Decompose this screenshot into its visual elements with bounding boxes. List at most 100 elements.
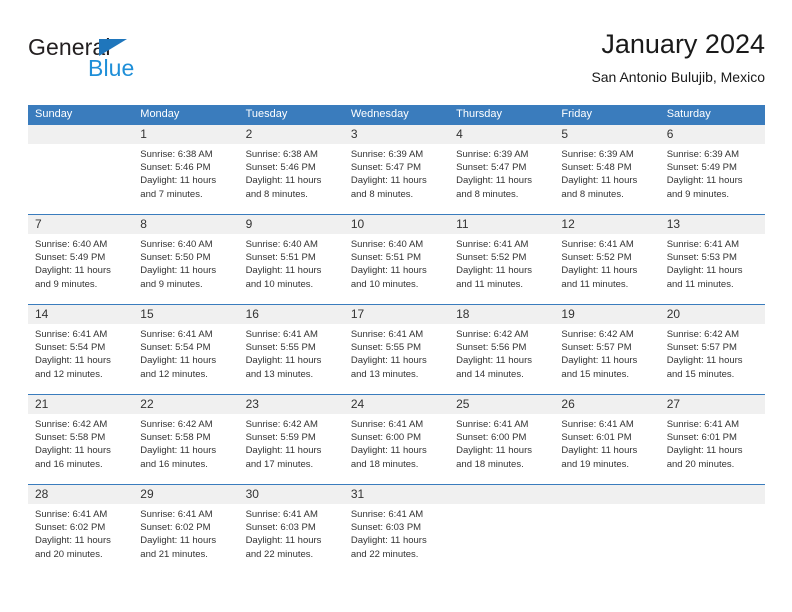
day-number[interactable] xyxy=(660,485,765,504)
daylight-text-line1: Daylight: 11 hours xyxy=(245,355,322,367)
day-cell[interactable]: Sunrise: 6:41 AM Sunset: 5:54 PM Dayligh… xyxy=(28,324,133,394)
day-cell[interactable]: Sunrise: 6:39 AM Sunset: 5:48 PM Dayligh… xyxy=(554,144,659,214)
sunset-text: Sunset: 5:51 PM xyxy=(350,252,422,264)
week-detail-strip: Sunrise: 6:41 AM Sunset: 5:54 PM Dayligh… xyxy=(28,324,765,394)
day-cell[interactable]: Sunrise: 6:40 AM Sunset: 5:49 PM Dayligh… xyxy=(28,234,133,304)
daylight-text-line1: Daylight: 11 hours xyxy=(350,265,427,277)
day-number[interactable]: 17 xyxy=(344,305,449,324)
page-subtitle: San Antonio Bulujib, Mexico xyxy=(591,69,765,85)
day-number[interactable]: 23 xyxy=(239,395,344,414)
day-number[interactable]: 2 xyxy=(239,125,344,144)
day-number[interactable]: 30 xyxy=(239,485,344,504)
sunset-text: Sunset: 6:02 PM xyxy=(140,522,211,534)
daylight-text-line1: Daylight: 11 hours xyxy=(140,265,217,277)
day-number[interactable]: 21 xyxy=(28,395,133,414)
daylight-text-line2: and 22 minutes. xyxy=(245,548,314,560)
day-cell[interactable]: Sunrise: 6:41 AM Sunset: 6:01 PM Dayligh… xyxy=(660,414,765,484)
day-number[interactable]: 19 xyxy=(554,305,659,324)
day-cell[interactable] xyxy=(660,504,765,576)
day-cell[interactable]: Sunrise: 6:41 AM Sunset: 6:00 PM Dayligh… xyxy=(344,414,449,484)
day-cell[interactable]: Sunrise: 6:41 AM Sunset: 5:52 PM Dayligh… xyxy=(554,234,659,304)
day-number[interactable]: 28 xyxy=(28,485,133,504)
daylight-text-line2: and 10 minutes. xyxy=(350,278,419,290)
day-number[interactable]: 10 xyxy=(344,215,449,234)
day-number[interactable]: 20 xyxy=(660,305,765,324)
daylight-text-line1: Daylight: 11 hours xyxy=(245,445,322,457)
day-cell[interactable]: Sunrise: 6:41 AM Sunset: 5:55 PM Dayligh… xyxy=(344,324,449,394)
day-cell[interactable]: Sunrise: 6:41 AM Sunset: 5:52 PM Dayligh… xyxy=(449,234,554,304)
day-cell[interactable]: Sunrise: 6:42 AM Sunset: 5:56 PM Dayligh… xyxy=(449,324,554,394)
day-number[interactable]: 24 xyxy=(344,395,449,414)
day-number[interactable]: 14 xyxy=(28,305,133,324)
day-number[interactable]: 31 xyxy=(344,485,449,504)
sunset-text: Sunset: 6:02 PM xyxy=(35,522,106,534)
day-cell[interactable]: Sunrise: 6:38 AM Sunset: 5:46 PM Dayligh… xyxy=(133,144,238,214)
day-number[interactable]: 16 xyxy=(239,305,344,324)
day-cell[interactable]: Sunrise: 6:41 AM Sunset: 5:53 PM Dayligh… xyxy=(660,234,765,304)
brand-logo[interactable]: General Blue xyxy=(28,34,288,90)
day-cell[interactable] xyxy=(554,504,659,576)
day-cell[interactable]: Sunrise: 6:42 AM Sunset: 5:59 PM Dayligh… xyxy=(239,414,344,484)
day-number[interactable]: 5 xyxy=(554,125,659,144)
sunrise-text: Sunrise: 6:38 AM xyxy=(140,149,213,160)
week-row: 14 15 16 17 18 19 20 Sunrise: 6:41 AM Su… xyxy=(28,304,765,394)
daylight-text-line2: and 22 minutes. xyxy=(350,548,419,560)
daylight-text-line1: Daylight: 11 hours xyxy=(350,535,427,547)
day-cell[interactable]: Sunrise: 6:38 AM Sunset: 5:46 PM Dayligh… xyxy=(239,144,344,214)
day-cell[interactable] xyxy=(449,504,554,576)
day-number[interactable]: 6 xyxy=(660,125,765,144)
daylight-text-line2: and 8 minutes. xyxy=(350,188,414,200)
day-cell[interactable]: Sunrise: 6:41 AM Sunset: 5:54 PM Dayligh… xyxy=(133,324,238,394)
daylight-text-line1: Daylight: 11 hours xyxy=(35,355,111,367)
day-number[interactable] xyxy=(28,125,133,144)
day-cell[interactable]: Sunrise: 6:41 AM Sunset: 6:03 PM Dayligh… xyxy=(344,504,449,576)
day-cell[interactable]: Sunrise: 6:39 AM Sunset: 5:47 PM Dayligh… xyxy=(449,144,554,214)
day-cell[interactable]: Sunrise: 6:39 AM Sunset: 5:49 PM Dayligh… xyxy=(660,144,765,214)
day-number[interactable]: 8 xyxy=(133,215,238,234)
day-number[interactable] xyxy=(554,485,659,504)
day-number[interactable]: 4 xyxy=(449,125,554,144)
day-cell[interactable] xyxy=(28,144,133,214)
day-cell[interactable]: Sunrise: 6:41 AM Sunset: 6:03 PM Dayligh… xyxy=(239,504,344,576)
day-cell[interactable]: Sunrise: 6:42 AM Sunset: 5:57 PM Dayligh… xyxy=(554,324,659,394)
daylight-text-line1: Daylight: 11 hours xyxy=(245,175,322,187)
day-number[interactable]: 12 xyxy=(554,215,659,234)
day-number[interactable]: 29 xyxy=(133,485,238,504)
day-number[interactable]: 11 xyxy=(449,215,554,234)
day-cell[interactable]: Sunrise: 6:42 AM Sunset: 5:58 PM Dayligh… xyxy=(133,414,238,484)
daylight-text-line2: and 11 minutes. xyxy=(666,278,734,290)
week-row: 1 2 3 4 5 6 Sunrise: 6:38 AM Sunset: 5:4… xyxy=(28,124,765,214)
day-number[interactable]: 22 xyxy=(133,395,238,414)
day-cell[interactable]: Sunrise: 6:40 AM Sunset: 5:50 PM Dayligh… xyxy=(133,234,238,304)
day-number[interactable]: 13 xyxy=(660,215,765,234)
day-cell[interactable]: Sunrise: 6:41 AM Sunset: 5:55 PM Dayligh… xyxy=(239,324,344,394)
day-cell[interactable]: Sunrise: 6:39 AM Sunset: 5:47 PM Dayligh… xyxy=(344,144,449,214)
daylight-text-line2: and 9 minutes. xyxy=(35,278,98,290)
day-number[interactable]: 1 xyxy=(133,125,238,144)
week-row: 7 8 9 10 11 12 13 Sunrise: 6:40 AM Sunse… xyxy=(28,214,765,304)
sunrise-text: Sunrise: 6:41 AM xyxy=(350,509,424,520)
day-cell[interactable]: Sunrise: 6:41 AM Sunset: 6:00 PM Dayligh… xyxy=(449,414,554,484)
day-number[interactable]: 26 xyxy=(554,395,659,414)
day-number[interactable] xyxy=(449,485,554,504)
daylight-text-line1: Daylight: 11 hours xyxy=(245,535,322,547)
week-daynumber-strip: 14 15 16 17 18 19 20 xyxy=(28,305,765,324)
day-number[interactable]: 7 xyxy=(28,215,133,234)
day-number[interactable]: 18 xyxy=(449,305,554,324)
sunrise-text: Sunrise: 6:39 AM xyxy=(456,149,529,160)
day-number[interactable]: 27 xyxy=(660,395,765,414)
day-number[interactable]: 15 xyxy=(133,305,238,324)
day-cell[interactable]: Sunrise: 6:42 AM Sunset: 5:57 PM Dayligh… xyxy=(660,324,765,394)
day-cell[interactable]: Sunrise: 6:42 AM Sunset: 5:58 PM Dayligh… xyxy=(28,414,133,484)
day-cell[interactable]: Sunrise: 6:40 AM Sunset: 5:51 PM Dayligh… xyxy=(344,234,449,304)
week-detail-strip: Sunrise: 6:40 AM Sunset: 5:49 PM Dayligh… xyxy=(28,234,765,304)
daylight-text-line2: and 14 minutes. xyxy=(456,368,524,380)
day-cell[interactable]: Sunrise: 6:41 AM Sunset: 6:02 PM Dayligh… xyxy=(28,504,133,576)
day-number[interactable]: 9 xyxy=(239,215,344,234)
day-number[interactable]: 25 xyxy=(449,395,554,414)
week-row: 28 29 30 31 Sunrise: 6:41 AM Sunset: 6:0… xyxy=(28,484,765,576)
day-cell[interactable]: Sunrise: 6:40 AM Sunset: 5:51 PM Dayligh… xyxy=(239,234,344,304)
day-cell[interactable]: Sunrise: 6:41 AM Sunset: 6:01 PM Dayligh… xyxy=(554,414,659,484)
day-cell[interactable]: Sunrise: 6:41 AM Sunset: 6:02 PM Dayligh… xyxy=(133,504,238,576)
day-number[interactable]: 3 xyxy=(344,125,449,144)
